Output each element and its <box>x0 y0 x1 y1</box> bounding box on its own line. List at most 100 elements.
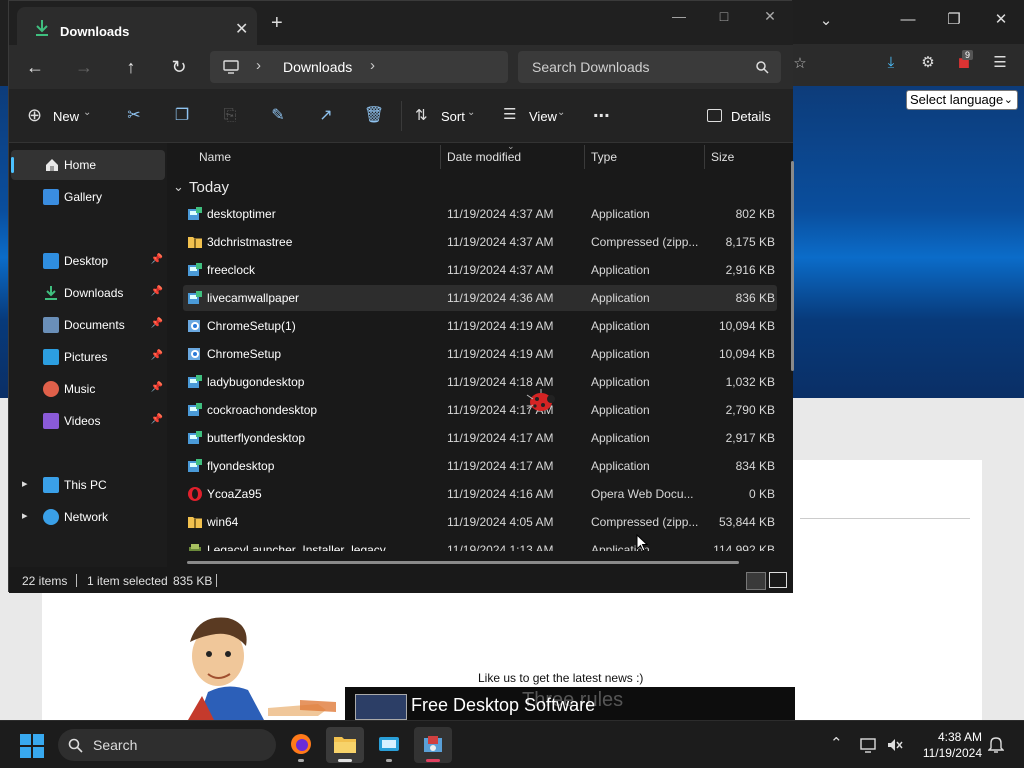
taskbar-file-explorer[interactable] <box>326 727 364 763</box>
pin-icon[interactable]: 📌 <box>151 350 163 361</box>
windows-start-icon[interactable] <box>20 734 44 758</box>
column-divider[interactable] <box>584 145 585 169</box>
file-name: win64 <box>207 515 239 529</box>
sidebar-item-music[interactable]: Music 📌 <box>11 374 165 404</box>
search-input[interactable]: Search Downloads <box>518 51 781 83</box>
file-row[interactable]: cockroachondesktop 11/19/2024 4:17 AM Appl… <box>183 397 777 423</box>
file-row[interactable]: ChromeSetup(1) 11/19/2024 4:19 AM Applicat… <box>183 313 777 339</box>
column-type[interactable]: Type <box>591 150 617 164</box>
share-icon[interactable]: ↗ <box>315 105 337 127</box>
details-label: Details <box>731 109 771 124</box>
file-row[interactable]: desktoptimer 11/19/2024 4:37 AM Applicatio… <box>183 201 777 227</box>
view-button[interactable]: ☰ View ⌄ <box>503 104 569 128</box>
language-select[interactable]: Select language ⌄ <box>906 90 1018 110</box>
extensions-icon[interactable]: ⚙ <box>916 53 940 75</box>
new-tab-plus-icon[interactable]: + <box>271 13 283 33</box>
file-row[interactable]: flyondesktop 11/19/2024 4:17 AM Applicatio… <box>183 453 777 479</box>
rename-icon[interactable]: ✎ <box>267 105 289 127</box>
network-status-icon[interactable] <box>860 737 878 753</box>
pin-icon[interactable]: 📌 <box>151 414 163 425</box>
sidebar-item-gallery[interactable]: Gallery <box>11 182 165 212</box>
paste-icon[interactable]: ⎘ <box>219 105 241 127</box>
minimize-icon[interactable]: — <box>659 5 699 27</box>
clock-time[interactable]: 4:38 AM <box>936 730 982 744</box>
new-button[interactable]: ⊕ New ⌄ <box>27 104 93 128</box>
copy-icon[interactable]: ❐ <box>171 105 193 127</box>
pin-icon[interactable]: 📌 <box>151 318 163 329</box>
chevron-down-icon: ⌄ <box>1003 94 1013 106</box>
pin-icon[interactable]: 📌 <box>151 254 163 265</box>
pin-icon[interactable]: 📌 <box>151 382 163 393</box>
file-name: 3dchristmastree <box>207 235 293 249</box>
tab-list-chevron-icon[interactable]: ⌄ <box>814 11 838 33</box>
browser-restore-icon[interactable]: ❐ <box>942 10 966 32</box>
sidebar-item-this-pc[interactable]: ▸ This PC <box>11 470 165 500</box>
sidebar-item-downloads[interactable]: Downloads 📌 <box>11 278 165 308</box>
file-row[interactable]: win64 11/19/2024 4:05 AM Compressed (zipp.… <box>183 509 777 535</box>
sort-button[interactable]: ⇅ Sort ⌄ <box>415 104 479 128</box>
taskbar-installer[interactable] <box>414 727 452 763</box>
sidebar-item-home[interactable]: Home <box>11 150 165 180</box>
file-row[interactable]: ladybugondesktop 11/19/2024 4:18 AM Applic… <box>183 369 777 395</box>
forward-arrow-icon[interactable]: → <box>70 54 98 80</box>
tab-close-icon[interactable]: ✕ <box>235 19 248 39</box>
browser-menu-icon[interactable]: ☰ <box>988 53 1012 75</box>
vertical-scrollbar[interactable] <box>791 161 794 371</box>
sidebar-item-desktop[interactable]: Desktop 📌 <box>11 246 165 276</box>
close-icon[interactable]: ✕ <box>750 5 790 27</box>
up-arrow-icon[interactable]: ↑ <box>117 54 145 80</box>
volume-muted-icon[interactable] <box>886 737 904 753</box>
browser-close-icon[interactable]: ✕ <box>989 10 1013 32</box>
notification-bell-icon[interactable] <box>988 736 1004 754</box>
back-arrow-icon[interactable]: ← <box>21 54 49 80</box>
file-name: freeclock <box>207 263 256 277</box>
file-row[interactable]: ChromeSetup 11/19/2024 4:19 AM Application… <box>183 341 777 367</box>
download-icon[interactable]: ⤓ <box>879 53 903 75</box>
pin-icon[interactable]: 📌 <box>151 286 163 297</box>
show-hidden-icons-chevron-icon[interactable]: ⌃ <box>830 734 843 752</box>
taskbar-search[interactable]: Search <box>58 729 276 761</box>
file-row[interactable]: 3dchristmastree 11/19/2024 4:37 AM Compres… <box>183 229 777 255</box>
details-view-icon[interactable] <box>746 572 766 590</box>
this-pc-icon <box>43 477 59 493</box>
delete-icon[interactable]: 🗑 <box>363 105 385 127</box>
clock-date[interactable]: 11/19/2024 <box>918 746 982 760</box>
column-size[interactable]: Size <box>711 150 734 164</box>
taskbar-app-window[interactable] <box>370 727 408 763</box>
sidebar-item-videos[interactable]: Videos 📌 <box>11 406 165 436</box>
chevron-right-icon[interactable]: ▸ <box>22 509 28 522</box>
file-row[interactable]: butterflyondesktop 11/19/2024 4:17 AM Appl… <box>183 425 777 451</box>
file-row[interactable]: LegacyLauncher_Installer_legacy 11/19/202… <box>183 537 777 551</box>
column-date-modified[interactable]: Date modified <box>447 150 521 164</box>
language-select-value: Select language <box>910 92 1004 107</box>
column-divider[interactable] <box>440 145 441 169</box>
tiles-view-icon[interactable] <box>769 572 787 588</box>
breadcrumb-chevron-icon[interactable]: › <box>256 57 261 74</box>
file-row[interactable]: livecamwallpaper 11/19/2024 4:36 AM Applic… <box>183 285 777 311</box>
file-name: ladybugondesktop <box>207 375 305 389</box>
search-icon[interactable] <box>756 61 769 74</box>
chevron-right-icon[interactable]: ▸ <box>22 477 28 490</box>
browser-minimize-icon[interactable]: — <box>896 10 920 32</box>
extension-badge: 9 <box>962 50 974 60</box>
column-divider[interactable] <box>704 145 705 169</box>
cut-icon[interactable]: ✂ <box>123 105 145 127</box>
tab-downloads[interactable]: Downloads ✕ <box>17 7 257 45</box>
refresh-icon[interactable]: ↻ <box>165 54 193 80</box>
more-options-button[interactable]: ... <box>593 99 610 123</box>
file-row[interactable]: freeclock 11/19/2024 4:37 AM Application 2,… <box>183 257 777 283</box>
sidebar-item-pictures[interactable]: Pictures 📌 <box>11 342 165 372</box>
file-name: ChromeSetup(1) <box>207 319 296 333</box>
details-button[interactable]: Details <box>707 104 777 128</box>
horizontal-scrollbar[interactable] <box>187 561 739 564</box>
file-row[interactable]: YcoaZa95 11/19/2024 4:16 AM Opera Web Docu… <box>183 481 777 507</box>
sidebar-item-documents[interactable]: Documents 📌 <box>11 310 165 340</box>
breadcrumb-downloads[interactable]: Downloads <box>283 59 352 75</box>
file-type: Application <box>591 347 650 361</box>
address-bar[interactable]: › Downloads › <box>210 51 508 83</box>
maximize-icon[interactable]: □ <box>704 5 744 27</box>
column-name[interactable]: Name <box>199 150 231 164</box>
sidebar-item-network[interactable]: ▸ Network <box>11 502 165 532</box>
taskbar-firefox[interactable] <box>282 727 320 763</box>
breadcrumb-chevron-icon[interactable]: › <box>370 57 375 74</box>
